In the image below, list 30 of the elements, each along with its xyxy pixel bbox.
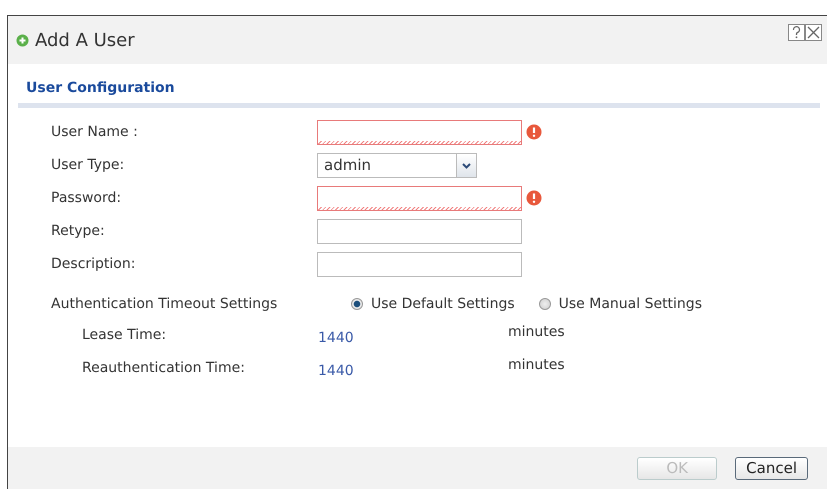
input-field[interactable] bbox=[317, 219, 522, 244]
setting-value: 1440 bbox=[318, 329, 355, 348]
unit-label: minutes bbox=[508, 323, 565, 342]
close-icon[interactable] bbox=[805, 24, 822, 41]
input-field[interactable] bbox=[317, 186, 522, 211]
radio-label[interactable]: Use Manual Settings bbox=[558, 294, 702, 314]
error-icon bbox=[526, 124, 542, 140]
setting-label: Lease Time: bbox=[82, 326, 168, 345]
setting-label: Reauthentication Time: bbox=[82, 359, 246, 378]
dialog-button[interactable]: Cancel bbox=[735, 457, 808, 480]
add-icon bbox=[16, 34, 29, 46]
radio-label[interactable]: Use Default Settings bbox=[371, 294, 515, 314]
error-icon bbox=[526, 190, 542, 206]
field-label: Password: bbox=[51, 189, 122, 208]
input-field[interactable] bbox=[317, 120, 522, 145]
input-field[interactable] bbox=[317, 252, 522, 277]
setting-value: 1440 bbox=[318, 362, 355, 381]
field-label: Description: bbox=[51, 255, 136, 274]
setting-label: Authentication Timeout Settings bbox=[51, 294, 278, 314]
field-label: User Name : bbox=[51, 123, 139, 142]
section-title: User Configuration bbox=[25, 79, 176, 98]
field-label: Retype: bbox=[51, 222, 106, 241]
field-label: User Type: bbox=[51, 156, 126, 175]
radio-button[interactable] bbox=[351, 298, 363, 310]
radio-button[interactable] bbox=[538, 298, 551, 310]
caret-icon bbox=[462, 162, 471, 168]
unit-label: minutes bbox=[508, 356, 565, 375]
window-title: Add A User bbox=[35, 28, 135, 52]
help-icon[interactable] bbox=[788, 24, 805, 41]
user-type-dropdown[interactable]: admin bbox=[317, 153, 477, 178]
